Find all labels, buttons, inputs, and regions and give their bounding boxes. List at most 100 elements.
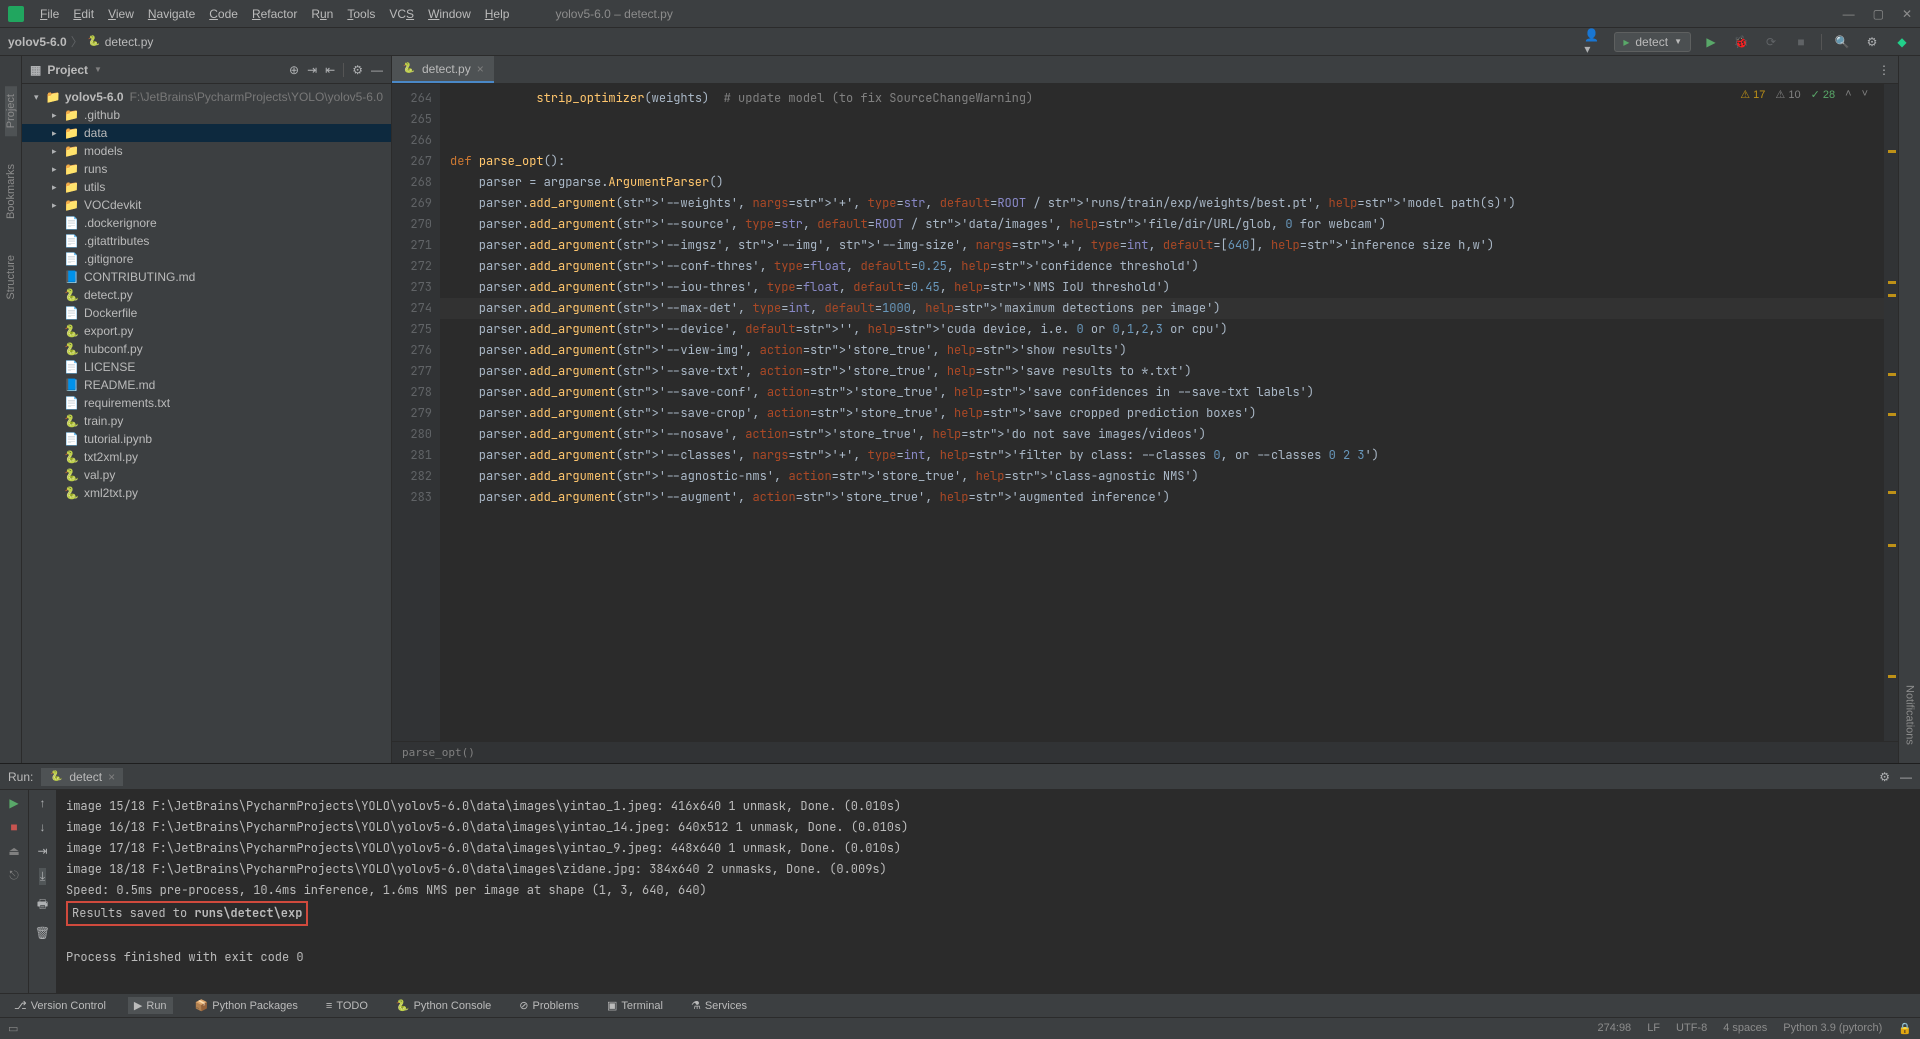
tool-problems[interactable]: ⊘ Problems bbox=[513, 997, 585, 1014]
hide-icon[interactable]: — bbox=[371, 63, 383, 77]
editor-breadcrumb[interactable]: parse_opt() bbox=[392, 741, 1898, 763]
run-hide-icon[interactable]: — bbox=[1900, 770, 1912, 784]
run-tab-close-icon[interactable]: × bbox=[108, 770, 115, 784]
status-menu-icon[interactable]: ▭ bbox=[8, 1022, 18, 1035]
menu-vcs[interactable]: VCS bbox=[383, 5, 420, 23]
editor-tab-detect[interactable]: 🐍 detect.py × bbox=[392, 56, 494, 83]
print-icon[interactable]: 🖶 bbox=[37, 895, 48, 916]
tool-python-packages[interactable]: 📦 Python Packages bbox=[189, 997, 304, 1014]
tree-file[interactable]: 🐍val.py bbox=[22, 466, 391, 484]
status-python[interactable]: Python 3.9 (pytorch) bbox=[1783, 1022, 1882, 1035]
tree-folder[interactable]: ▸📁models bbox=[22, 142, 391, 160]
code-editor[interactable]: strip_optimizer(weights) # update model … bbox=[440, 84, 1884, 741]
menu-help[interactable]: Help bbox=[479, 5, 516, 23]
tree-file[interactable]: 📄Dockerfile bbox=[22, 304, 391, 322]
menu-file[interactable]: File bbox=[34, 5, 65, 23]
breadcrumb-root[interactable]: yolov5-6.0 bbox=[8, 35, 67, 49]
left-tool-structure[interactable]: Structure bbox=[5, 247, 17, 308]
attach-icon[interactable]: ⎋ bbox=[9, 868, 19, 883]
expand-all-icon[interactable]: ⇥ bbox=[307, 63, 317, 77]
tree-folder[interactable]: ▸📁utils bbox=[22, 178, 391, 196]
tool-version-control[interactable]: ⎇ Version Control bbox=[8, 997, 112, 1014]
menu-navigate[interactable]: Navigate bbox=[142, 5, 201, 23]
menu-run[interactable]: Run bbox=[305, 5, 339, 23]
breadcrumb-file[interactable]: detect.py bbox=[105, 35, 154, 49]
maximize-icon[interactable]: ▢ bbox=[1873, 7, 1884, 21]
run-tab[interactable]: 🐍 detect × bbox=[41, 768, 123, 786]
chevron-down-icon[interactable]: ˅ bbox=[1862, 88, 1868, 101]
search-icon[interactable]: 🔍 bbox=[1832, 32, 1852, 52]
close-icon[interactable]: ✕ bbox=[1902, 7, 1912, 21]
tree-file[interactable]: 🐍export.py bbox=[22, 322, 391, 340]
scroll-icon[interactable]: ⤓ bbox=[39, 868, 46, 885]
menu-code[interactable]: Code bbox=[203, 5, 244, 23]
tool-todo[interactable]: ≡ TODO bbox=[320, 998, 374, 1014]
menu-view[interactable]: View bbox=[102, 5, 140, 23]
left-tool-bookmarks[interactable]: Bookmarks bbox=[5, 156, 17, 227]
status-pos[interactable]: 274:98 bbox=[1598, 1022, 1632, 1035]
down-icon[interactable]: ↓ bbox=[40, 820, 46, 834]
run-button[interactable]: ▶ bbox=[1701, 32, 1721, 52]
tree-file[interactable]: 🐍hubconf.py bbox=[22, 340, 391, 358]
run-coverage-button[interactable]: ⟳ bbox=[1761, 32, 1781, 52]
debug-button[interactable]: 🐞 bbox=[1731, 32, 1751, 52]
tab-close-icon[interactable]: × bbox=[477, 62, 484, 76]
wrap-icon[interactable]: ⇥ bbox=[37, 844, 47, 858]
tree-file[interactable]: 📘CONTRIBUTING.md bbox=[22, 268, 391, 286]
right-tool-notifications[interactable]: Notifications bbox=[1904, 677, 1916, 753]
project-tree[interactable]: ▾📁yolov5-6.0F:\JetBrains\PycharmProjects… bbox=[22, 84, 391, 763]
tree-file[interactable]: 📄.gitignore bbox=[22, 250, 391, 268]
tool-services[interactable]: ⚗ Services bbox=[685, 997, 753, 1014]
rerun-icon[interactable]: ▶ bbox=[9, 796, 18, 810]
run-settings-icon[interactable]: ⚙ bbox=[1879, 770, 1890, 784]
tool-python-console[interactable]: 🐍 Python Console bbox=[390, 997, 497, 1014]
exit-icon[interactable]: ⏏ bbox=[8, 844, 19, 858]
tool-run[interactable]: ▶ Run bbox=[128, 997, 173, 1014]
tab-menu-icon[interactable]: ⋮ bbox=[1878, 63, 1890, 77]
status-enc[interactable]: UTF-8 bbox=[1676, 1022, 1707, 1035]
error-stripe[interactable] bbox=[1884, 84, 1898, 741]
menu-refactor[interactable]: Refactor bbox=[246, 5, 303, 23]
status-sep[interactable]: LF bbox=[1647, 1022, 1660, 1035]
tree-root[interactable]: ▾📁yolov5-6.0F:\JetBrains\PycharmProjects… bbox=[22, 88, 391, 106]
menu-tools[interactable]: Tools bbox=[341, 5, 381, 23]
tree-folder[interactable]: ▸📁VOCdevkit bbox=[22, 196, 391, 214]
ide-logo-icon[interactable]: ◆ bbox=[1892, 32, 1912, 52]
user-icon[interactable]: 👤▾ bbox=[1584, 32, 1604, 52]
tree-file[interactable]: 🐍detect.py bbox=[22, 286, 391, 304]
tree-folder[interactable]: ▸📁runs bbox=[22, 160, 391, 178]
tool-terminal[interactable]: ▣ Terminal bbox=[601, 997, 669, 1014]
tree-file[interactable]: 📄requirements.txt bbox=[22, 394, 391, 412]
menu-window[interactable]: Window bbox=[422, 5, 477, 23]
left-tool-gutter: Project Bookmarks Structure bbox=[0, 56, 22, 763]
tree-file[interactable]: 🐍xml2txt.py bbox=[22, 484, 391, 502]
minimize-icon[interactable]: — bbox=[1843, 7, 1855, 21]
settings-icon[interactable]: ⚙ bbox=[1862, 32, 1882, 52]
tree-file[interactable]: 📄tutorial.ipynb bbox=[22, 430, 391, 448]
stop-button[interactable]: ■ bbox=[1791, 32, 1811, 52]
chevron-up-icon[interactable]: ˄ bbox=[1845, 88, 1851, 101]
tree-file[interactable]: 📄.dockerignore bbox=[22, 214, 391, 232]
menu-edit[interactable]: Edit bbox=[67, 5, 100, 23]
settings-icon[interactable]: ⚙ bbox=[352, 63, 363, 77]
run-config-selector[interactable]: ▸ detect ▼ bbox=[1614, 32, 1691, 52]
tree-file[interactable]: 🐍txt2xml.py bbox=[22, 448, 391, 466]
left-tool-project[interactable]: Project bbox=[5, 86, 17, 136]
tree-folder[interactable]: ▸📁data bbox=[22, 124, 391, 142]
status-lock-icon[interactable]: 🔒 bbox=[1898, 1022, 1912, 1035]
select-opened-icon[interactable]: ⊕ bbox=[289, 63, 299, 77]
status-indent[interactable]: 4 spaces bbox=[1723, 1022, 1767, 1035]
trash-icon[interactable]: 🗑 bbox=[35, 926, 50, 940]
tree-folder[interactable]: ▸📁.github bbox=[22, 106, 391, 124]
collapse-all-icon[interactable]: ⇤ bbox=[325, 63, 335, 77]
tree-file[interactable]: 📄LICENSE bbox=[22, 358, 391, 376]
tree-file[interactable]: 📘README.md bbox=[22, 376, 391, 394]
up-icon[interactable]: ↑ bbox=[40, 796, 46, 810]
stop-icon[interactable]: ■ bbox=[10, 820, 17, 834]
tree-file[interactable]: 🐍train.py bbox=[22, 412, 391, 430]
tree-file[interactable]: 📄.gitattributes bbox=[22, 232, 391, 250]
chevron-down-icon[interactable]: ▼ bbox=[94, 65, 102, 74]
console-output[interactable]: image 15/18 F:\JetBrains\PycharmProjects… bbox=[56, 790, 1920, 993]
inspections-widget[interactable]: ⚠ 17 ⚠ 10 ✓ 28 ˄ ˅ bbox=[1740, 88, 1868, 101]
tab-label: detect.py bbox=[422, 62, 471, 76]
